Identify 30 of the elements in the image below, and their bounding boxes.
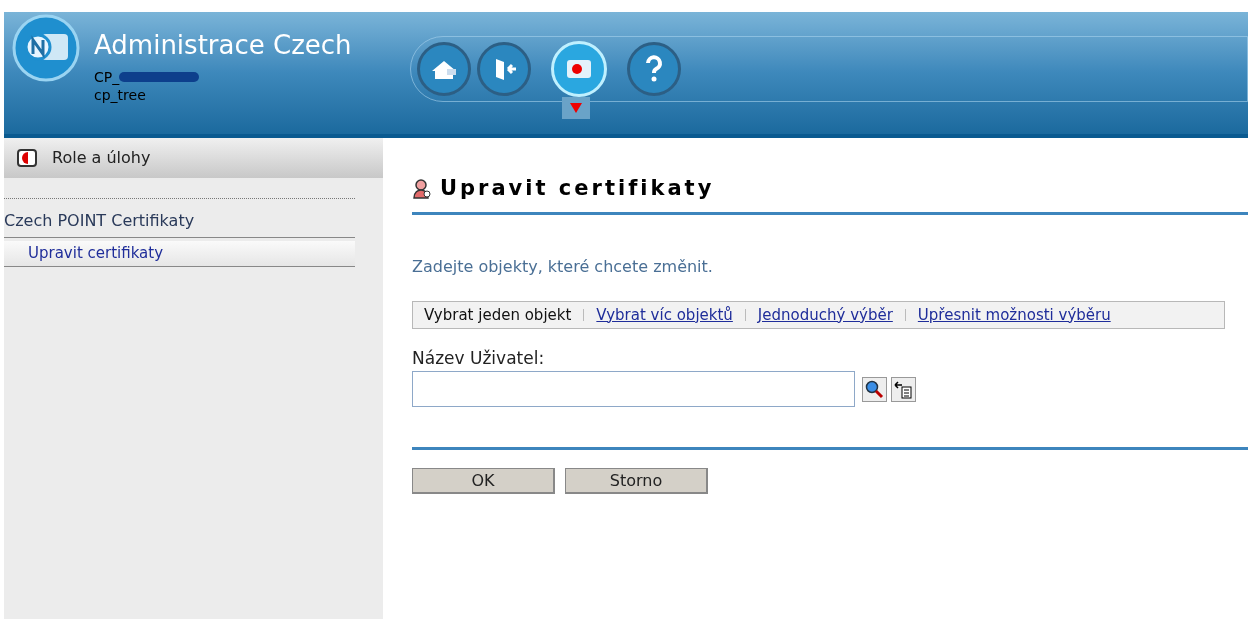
sidebar-heading: Role a úlohy xyxy=(52,147,151,169)
page-title: Upravit certifikaty xyxy=(440,175,715,203)
history-button[interactable] xyxy=(891,376,916,402)
separator xyxy=(583,309,585,321)
dropdown-caret-icon xyxy=(562,97,590,119)
logo-icon xyxy=(12,14,80,82)
tree-name: cp_tree xyxy=(94,86,147,104)
user-name: CP_ xyxy=(94,68,120,86)
field-label: Název Uživatel: xyxy=(412,347,546,369)
category-label: Czech POINT Certifikaty xyxy=(4,211,355,238)
user-icon xyxy=(412,178,432,200)
instruction-text: Zadejte objekty, které chcete změnit. xyxy=(412,256,714,278)
sidebar-item[interactable]: Upravit certifikaty xyxy=(4,241,355,267)
roles-icon xyxy=(16,148,40,168)
app-title: Administrace Czech xyxy=(94,29,352,62)
separator xyxy=(904,309,906,321)
cancel-button[interactable]: Storno xyxy=(565,468,708,494)
list-icon xyxy=(894,379,913,399)
toolbar-button[interactable] xyxy=(477,42,531,96)
toolbar-button[interactable] xyxy=(627,42,681,96)
search-button[interactable] xyxy=(862,376,887,402)
ok-button[interactable]: OK xyxy=(412,468,555,494)
selection-mode-tab[interactable]: Vybrat jeden objekt xyxy=(424,303,572,327)
toolbar-button[interactable] xyxy=(417,42,471,96)
search-icon xyxy=(865,379,884,399)
selection-mode-tab[interactable]: Jednoduchý výběr xyxy=(757,303,893,327)
selection-mode-tab[interactable]: Vybrat víc objektů xyxy=(596,303,733,327)
name-field[interactable] xyxy=(412,371,855,407)
selection-mode-tab[interactable]: Upřesnit možnosti výběru xyxy=(917,303,1111,327)
separator xyxy=(744,309,746,321)
